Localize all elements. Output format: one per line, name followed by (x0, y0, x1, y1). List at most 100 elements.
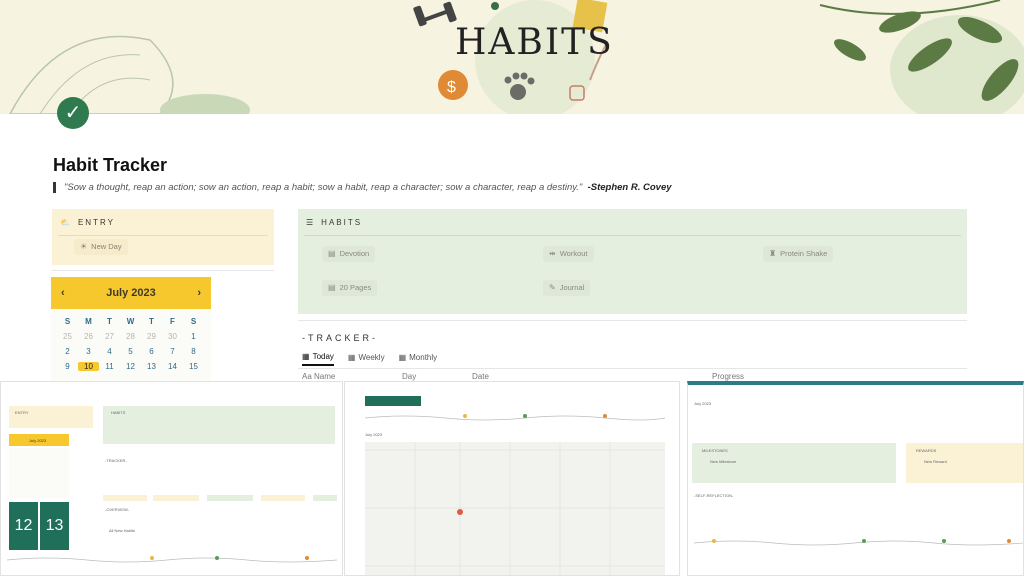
mini-vine (694, 539, 1023, 546)
column-header-name[interactable]: Aa Name (302, 372, 402, 381)
tab-today[interactable]: ▦ Today (302, 352, 334, 366)
calendar-day[interactable]: 10 (78, 362, 99, 371)
mini-bar (313, 495, 337, 501)
mini-bar (153, 495, 199, 501)
habit-label: Devotion (339, 249, 370, 258)
mini-month-label: July 2023 (365, 432, 383, 437)
column-header-day[interactable]: Day (402, 372, 472, 381)
calendar-day[interactable]: 5 (120, 347, 141, 356)
calendar-day[interactable]: 25 (57, 332, 78, 341)
mini-bar (103, 495, 147, 501)
quote-author: -Stephen R. Covey (587, 182, 672, 193)
mini-habits-label: HABITS (111, 410, 126, 415)
tab-label: Monthly (409, 353, 438, 362)
prev-month-button[interactable]: ‹ (61, 287, 65, 299)
calendar-day[interactable]: 15 (183, 362, 204, 371)
mini-calendar-month: July 2023 (29, 438, 47, 443)
divider (298, 368, 967, 369)
habit-button-workout[interactable]: ⇹ Workout (543, 246, 594, 262)
tab-weekly[interactable]: ▦ Weekly (348, 352, 385, 366)
calendar-day[interactable]: 11 (99, 362, 120, 371)
tab-monthly[interactable]: ▦ Monthly (399, 352, 438, 366)
mini-milestone-item[interactable]: New Milestone (710, 459, 736, 464)
divider (52, 270, 274, 271)
calendar-day[interactable]: 12 (120, 362, 141, 371)
tab-label: Weekly (358, 353, 385, 362)
calendar-month: July 2023 (106, 287, 156, 299)
tracker-heading: -TRACKER- (302, 333, 378, 343)
calendar-day[interactable]: 8 (183, 347, 204, 356)
tab-label: Today (312, 352, 334, 361)
habit-button-journal[interactable]: ✎ Journal (543, 280, 591, 296)
calendar-day[interactable]: 7 (162, 347, 183, 356)
column-header-progress[interactable]: Progress (712, 372, 744, 381)
sun-icon: ☀ (80, 242, 88, 251)
preview-monthly-calendar: July 2023 (344, 381, 680, 576)
habit-button-protein-shake[interactable]: ♜ Protein Shake (763, 246, 834, 262)
calendar-day[interactable]: 26 (78, 332, 99, 341)
next-month-button[interactable]: › (197, 287, 201, 299)
grid-icon: ▦ (398, 353, 407, 362)
preview-milestones: July 2023 MILESTONES New Milestone REWAR… (687, 381, 1024, 576)
mini-rewards-label: REWARDS (916, 448, 937, 453)
quote-block: "Sow a thought, reap an action; sow an a… (53, 182, 672, 193)
mini-milestones-label: MILESTONES (702, 448, 728, 453)
calendar-day[interactable]: 4 (99, 347, 120, 356)
mini-overview-label: -OVERVIEW- (105, 507, 130, 512)
calendar-day[interactable]: 9 (57, 362, 78, 371)
calendar-day[interactable]: 14 (162, 362, 183, 371)
habit-tracker-page: $ HABITS ✓ Habit Tracker "Sow a thought,… (0, 0, 1024, 576)
new-day-label: New Day (91, 242, 122, 251)
banner: $ HABITS (0, 0, 1024, 114)
quote-text: "Sow a thought, reap an action; sow an a… (64, 182, 583, 193)
calendar-day[interactable]: 3 (78, 347, 99, 356)
habits-callout: ☰ HABITS ▤ Devotion ⇹ Workout ♜ Protein Sha… (298, 209, 967, 314)
calendar-header: ‹ July 2023 › (51, 277, 211, 309)
entry-heading-label: ENTRY (77, 218, 115, 227)
calendar-day[interactable]: 29 (141, 332, 162, 341)
calendar-day[interactable]: 27 (99, 332, 120, 341)
habit-label: Journal (559, 283, 585, 292)
mini-day-tile: 13 (40, 502, 69, 550)
sun-cloud-icon: ⛅ (60, 217, 72, 227)
divider (58, 235, 268, 236)
column-header-date[interactable]: Date (472, 372, 712, 381)
divider (304, 235, 961, 236)
mini-self-reflection-label: -SELF-REFLECTION- (694, 493, 734, 498)
calendar-day[interactable]: 13 (141, 362, 162, 371)
calendar-day[interactable]: 2 (57, 347, 78, 356)
grid-icon: ▦ (347, 353, 356, 362)
habit-label: Protein Shake (780, 249, 828, 258)
habit-button-20-pages[interactable]: ▤ 20 Pages (322, 280, 378, 296)
pencil-icon: ✎ (549, 283, 556, 292)
weekday-label: F (170, 317, 175, 326)
habit-button-devotion[interactable]: ▤ Devotion (322, 246, 376, 262)
calendar-day[interactable]: 6 (141, 347, 162, 356)
calendar-day[interactable]: 28 (120, 332, 141, 341)
calendar-widget: ‹ July 2023 › S M T W T F S 25 26 27 28 29 30 1 2 3 4 5 6 7… (51, 277, 211, 387)
calendar-day[interactable]: 1 (183, 332, 204, 341)
weekday-label: S (64, 317, 71, 326)
mini-day-tile (365, 396, 421, 406)
mini-day-tile: 12 (9, 502, 38, 550)
mini-tracker-label: -TRACKER- (105, 458, 127, 463)
entry-callout: ⛅ ENTRY ☀ New Day (52, 209, 274, 265)
calendar-grid: S M T W T F S 25 26 27 28 29 30 1 2 3 4 5 6 7 8 9 10 11 12 13 14 15 (51, 309, 211, 371)
new-day-button[interactable]: ☀ New Day (74, 239, 128, 255)
mini-bar (207, 495, 253, 501)
mini-reward-item[interactable]: New Reward (924, 459, 947, 464)
mini-month-grid (365, 442, 665, 575)
habit-label: 20 Pages (339, 283, 372, 292)
tracker-tabs: ▦ Today ▦ Weekly ▦ Monthly (302, 352, 437, 366)
dumbbell-icon: ⇹ (549, 249, 556, 258)
shaker-icon: ♜ (769, 249, 777, 258)
weekday-label: M (85, 317, 92, 326)
mini-habits-box (103, 406, 335, 444)
habits-heading: ☰ HABITS (306, 218, 362, 227)
book-icon: ▤ (328, 283, 336, 292)
divider (298, 320, 967, 321)
calendar-day[interactable]: 30 (162, 332, 183, 341)
tracker-column-headers: Aa Name Day Date Progress (302, 372, 744, 381)
weekday-label: S (190, 317, 197, 326)
mini-entry-label: ENTRY (15, 410, 29, 415)
